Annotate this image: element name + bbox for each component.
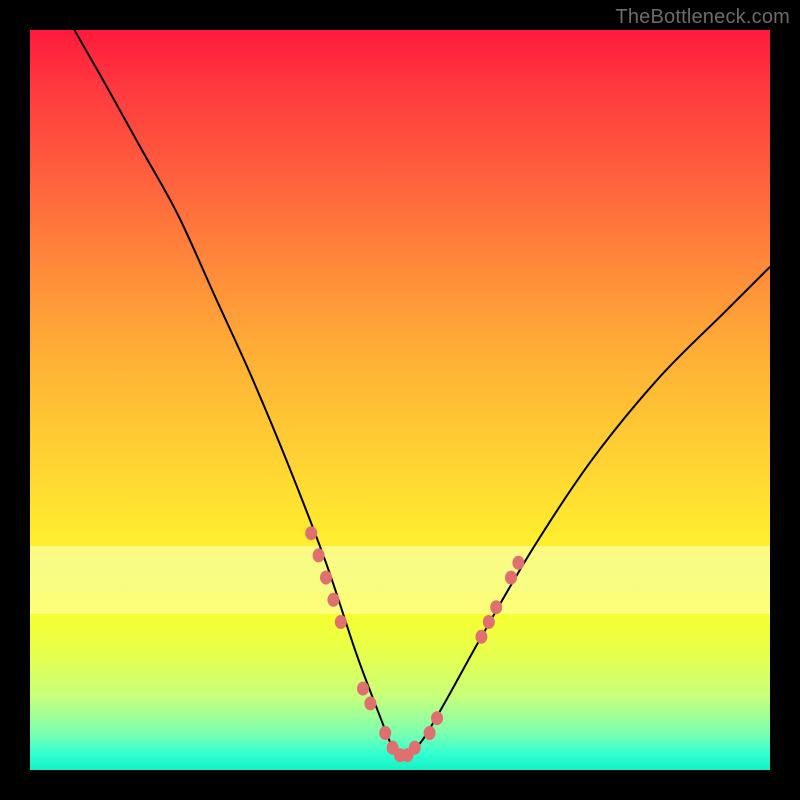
curve-marker	[483, 615, 495, 629]
curve-marker	[335, 615, 347, 629]
chart-area	[30, 30, 770, 770]
watermark-text: TheBottleneck.com	[615, 6, 790, 29]
curve-marker	[475, 630, 487, 644]
curve-marker	[320, 571, 332, 585]
curve-marker	[490, 600, 502, 614]
highlight-band-narrow	[30, 592, 770, 614]
curve-marker	[305, 526, 317, 540]
highlight-band-wide	[30, 546, 770, 592]
curve-marker	[512, 556, 524, 570]
curve-marker	[505, 571, 517, 585]
curve-marker	[424, 726, 436, 740]
curve-marker	[357, 682, 369, 696]
bottleneck-curve	[74, 30, 770, 757]
curve-marker	[431, 711, 443, 725]
curve-marker	[327, 593, 339, 607]
curve-marker	[379, 726, 391, 740]
curve-marker	[364, 696, 376, 710]
curve-marker	[409, 741, 421, 755]
curve-marker	[313, 548, 325, 562]
bottleneck-curve-plot	[30, 30, 770, 770]
